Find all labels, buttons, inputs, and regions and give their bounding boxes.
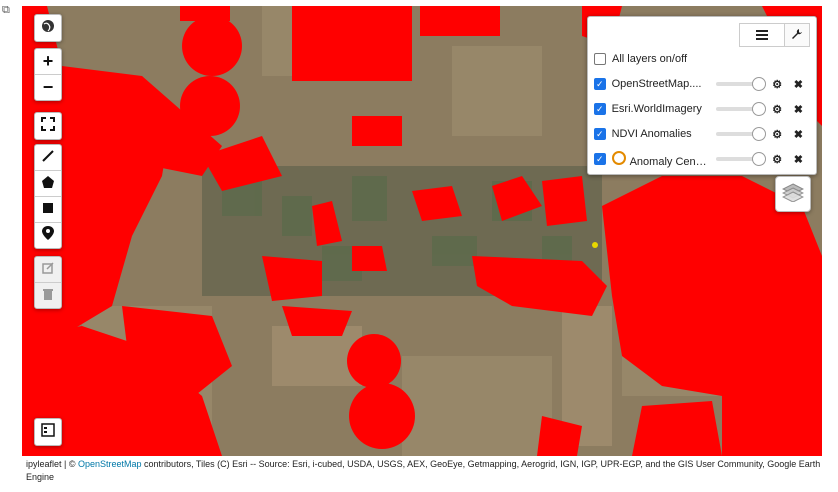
legend-icon [41, 422, 55, 442]
layers-stack-icon [781, 182, 805, 207]
tab-settings[interactable] [785, 23, 810, 47]
layer-name: NDVI Anomalies [611, 128, 692, 140]
gear-icon[interactable]: ⚙ [768, 150, 787, 168]
layer-row-ndvi-anomalies: ✓ NDVI Anomalies ⚙ ✖ [594, 123, 808, 145]
line-icon [42, 149, 54, 167]
attribution-prefix: ipyleaflet | © [26, 459, 78, 469]
layer-name: OpenStreetMap.... [611, 78, 702, 90]
trash-icon [43, 287, 53, 305]
layer-name-wrap: Anomaly Center [611, 150, 708, 168]
close-icon[interactable]: ✖ [789, 75, 808, 93]
layer-checkbox[interactable]: ✓ [594, 103, 606, 115]
clock-icon [611, 150, 626, 165]
layer-row-openstreetmap: ✓ OpenStreetMap.... ⚙ ✖ [594, 73, 808, 95]
openstreetmap-link[interactable]: OpenStreetMap [78, 459, 142, 469]
slider-thumb[interactable] [751, 102, 766, 116]
layer-name: Anomaly Center [629, 155, 708, 168]
layers-toggle-button[interactable] [775, 176, 811, 212]
draw-rectangle-button[interactable] [35, 197, 61, 223]
layer-name: Esri.WorldImagery [611, 103, 702, 115]
gear-icon[interactable]: ⚙ [768, 125, 787, 143]
draw-line-button[interactable] [35, 145, 61, 171]
zoom-in-button[interactable]: + [35, 49, 61, 75]
opacity-slider[interactable] [715, 152, 766, 166]
all-layers-toggle-row[interactable]: All layers on/off [594, 48, 808, 70]
draw-toolbar [34, 144, 62, 249]
opacity-slider[interactable] [715, 102, 766, 116]
tab-layers[interactable] [739, 23, 785, 47]
layer-manager-tabs [739, 23, 810, 47]
square-icon [42, 201, 54, 219]
edit-icon [42, 261, 54, 279]
zoom-out-button[interactable]: − [35, 75, 61, 100]
layer-row-anomaly-center: ✓ Anomaly Center ⚙ ✖ [594, 148, 808, 170]
map-canvas[interactable]: + − All layers on/off ✓ OpenStreetMap...… [22, 6, 822, 456]
fullscreen-button[interactable] [34, 112, 62, 140]
layer-checkbox[interactable]: ✓ [594, 128, 606, 140]
draw-polygon-button[interactable] [35, 171, 61, 197]
draw-marker-button[interactable] [35, 223, 61, 248]
gear-icon[interactable]: ⚙ [768, 75, 787, 93]
close-icon[interactable]: ✖ [789, 100, 808, 118]
layer-checkbox[interactable]: ✓ [594, 153, 606, 165]
opacity-slider[interactable] [715, 127, 766, 141]
delete-layers-button[interactable] [35, 283, 61, 308]
gear-icon[interactable]: ⚙ [768, 100, 787, 118]
pentagon-icon [42, 175, 54, 193]
close-icon[interactable]: ✖ [789, 125, 808, 143]
list-icon [756, 28, 768, 43]
edit-toolbar [34, 256, 62, 309]
legend-button[interactable] [34, 418, 62, 446]
edit-layers-button[interactable] [35, 257, 61, 283]
all-layers-checkbox[interactable] [594, 53, 606, 65]
all-layers-label: All layers on/off [612, 53, 688, 65]
close-icon[interactable]: ✖ [789, 150, 808, 168]
zoom-control: + − [34, 48, 62, 101]
slider-thumb[interactable] [751, 127, 766, 141]
layer-checkbox[interactable]: ✓ [594, 78, 606, 90]
map-attribution: ipyleaflet | © OpenStreetMap contributor… [26, 458, 826, 484]
layer-row-esri-worldimagery: ✓ Esri.WorldImagery ⚙ ✖ [594, 98, 808, 120]
basemap-globe-button[interactable] [34, 14, 62, 42]
output-toggle-icon[interactable]: ⧉ [2, 4, 10, 17]
marker-icon [42, 226, 54, 245]
opacity-slider[interactable] [715, 77, 766, 91]
fullscreen-icon [41, 116, 55, 136]
wrench-icon [791, 28, 803, 43]
layer-manager-panel: All layers on/off ✓ OpenStreetMap.... ⚙ … [587, 16, 817, 175]
attribution-suffix: contributors, Tiles (C) Esri -- Source: … [26, 459, 821, 482]
globe-icon [41, 19, 55, 38]
slider-thumb[interactable] [751, 152, 766, 166]
slider-thumb[interactable] [751, 77, 766, 91]
